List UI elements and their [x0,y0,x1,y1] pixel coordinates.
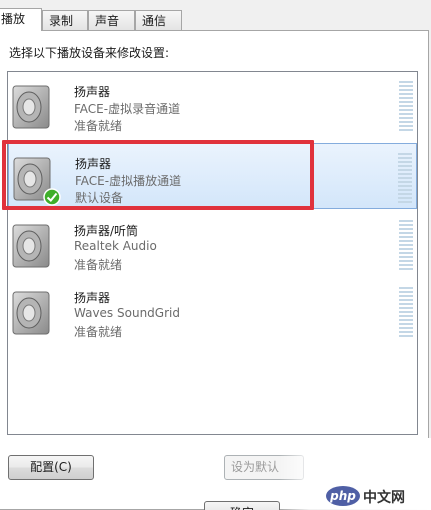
tab-strip: 录制 声音 通信 播放 [0,8,431,31]
speaker-icon [12,291,50,335]
device-name: 扬声器/听筒 [74,224,139,238]
tab-recording[interactable]: 录制 [42,10,88,30]
device-name: 扬声器 [75,157,112,171]
speaker-icon [12,224,50,268]
device-status: 准备就绪 [74,325,123,339]
device-description: FACE-虚拟播放通道 [75,174,182,188]
watermark-text: 中文网 [363,490,405,506]
speaker-icon [12,85,50,129]
device-status: 准备就绪 [74,258,123,272]
volume-meter [399,81,413,133]
tab-sounds[interactable]: 声音 [88,10,135,30]
device-status: 准备就绪 [74,119,123,133]
volume-meter [399,287,413,339]
watermark-logo: php [326,486,360,506]
device-description: Waves SoundGrid [74,306,180,320]
device-item-realtek[interactable]: 扬声器/听筒 Realtek Audio 准备就绪 [8,211,417,277]
instruction-text: 选择以下播放设备来修改设置: [9,46,170,60]
volume-meter [399,220,413,272]
ok-button[interactable]: 确定 [204,501,280,510]
device-item-face-record[interactable]: 扬声器 FACE-虚拟录音通道 准备就绪 [8,72,417,138]
device-item-face-playback[interactable]: 扬声器 FACE-虚拟播放通道 默认设备 [8,143,417,209]
default-check-icon [43,188,61,206]
volume-meter [398,153,412,205]
device-description: FACE-虚拟录音通道 [74,102,181,116]
device-item-waves[interactable]: 扬声器 Waves SoundGrid 准备就绪 [8,278,417,344]
device-name: 扬声器 [74,85,111,99]
device-name: 扬声器 [74,291,111,305]
device-list[interactable]: 扬声器 FACE-虚拟录音通道 准备就绪 扬声器 FACE-虚拟播放通道 默认设… [7,71,418,435]
tab-playback[interactable]: 播放 [0,8,42,31]
tab-communications[interactable]: 通信 [135,10,182,30]
configure-button[interactable]: 配置(C) [8,455,94,480]
device-status: 默认设备 [75,191,124,205]
device-description: Realtek Audio [74,239,157,253]
